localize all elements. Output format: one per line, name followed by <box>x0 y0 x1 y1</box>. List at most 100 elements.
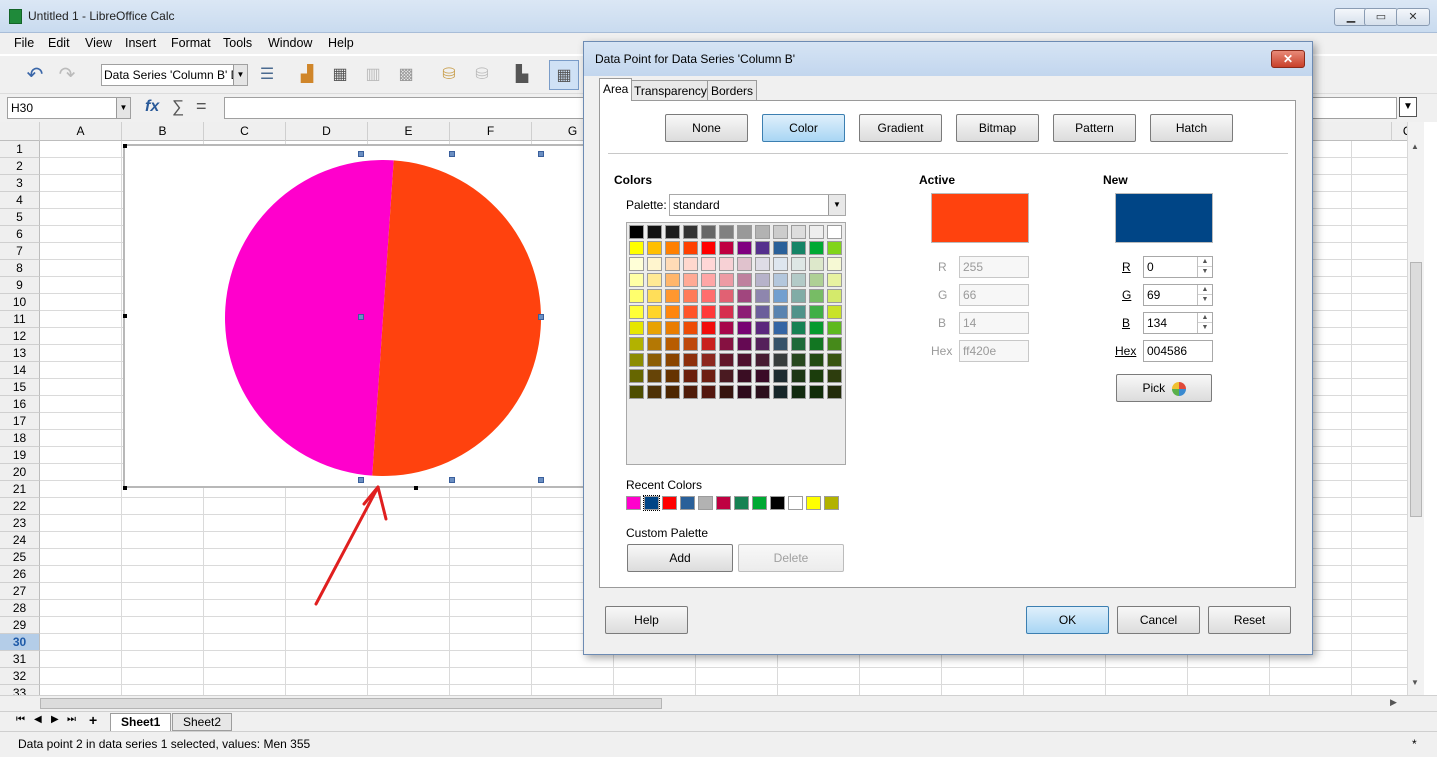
recent-color-swatch[interactable] <box>626 496 641 510</box>
palette-swatch[interactable] <box>629 321 644 335</box>
palette-swatch[interactable] <box>809 305 824 319</box>
palette-swatch[interactable] <box>773 257 788 271</box>
pie-slice-women[interactable] <box>225 160 394 476</box>
palette-swatch[interactable] <box>791 385 806 399</box>
palette-swatch[interactable] <box>809 337 824 351</box>
palette-swatch[interactable] <box>665 257 680 271</box>
palette-swatch[interactable] <box>647 385 662 399</box>
new-hex-field[interactable]: 004586 <box>1143 340 1213 362</box>
recent-color-swatch[interactable] <box>824 496 839 510</box>
recent-color-swatch[interactable] <box>662 496 677 510</box>
row-header[interactable]: 18 <box>0 430 40 447</box>
palette-swatch[interactable] <box>791 305 806 319</box>
menu-insert[interactable]: Insert <box>125 36 156 50</box>
fill-color-button[interactable]: Color <box>762 114 845 142</box>
chevron-down-icon[interactable]: ▼ <box>116 98 130 118</box>
palette-swatch[interactable] <box>827 369 842 383</box>
row-header[interactable]: 13 <box>0 345 40 362</box>
palette-swatch[interactable] <box>755 225 770 239</box>
palette-swatch[interactable] <box>737 241 752 255</box>
row-header[interactable]: 11 <box>0 311 40 328</box>
palette-swatch[interactable] <box>701 385 716 399</box>
palette-swatch[interactable] <box>827 305 842 319</box>
palette-swatch[interactable] <box>647 289 662 303</box>
row-header[interactable]: 1 <box>0 141 40 158</box>
palette-swatch[interactable] <box>827 257 842 271</box>
palette-swatch[interactable] <box>737 353 752 367</box>
palette-swatch[interactable] <box>683 241 698 255</box>
palette-swatch[interactable] <box>665 337 680 351</box>
menu-tools[interactable]: Tools <box>223 36 252 50</box>
palette-swatch[interactable] <box>665 385 680 399</box>
palette-swatch[interactable] <box>809 257 824 271</box>
pie-slice-men[interactable] <box>372 160 541 477</box>
recent-color-swatch[interactable] <box>698 496 713 510</box>
row-header[interactable]: 12 <box>0 328 40 345</box>
palette-swatch[interactable] <box>809 273 824 287</box>
insert-titles-icon[interactable]: ▙ <box>511 64 533 86</box>
column-header-b[interactable]: B <box>122 122 204 141</box>
column-header-p[interactable] <box>1310 122 1392 141</box>
palette-swatch[interactable] <box>827 289 842 303</box>
next-sheet-icon[interactable]: ▶ <box>51 714 59 725</box>
palette-swatch[interactable] <box>755 273 770 287</box>
palette-swatch[interactable] <box>683 225 698 239</box>
row-header[interactable]: 32 <box>0 668 40 685</box>
menu-file[interactable]: File <box>14 36 34 50</box>
tab-borders[interactable]: Borders <box>707 80 758 101</box>
palette-swatch[interactable] <box>701 225 716 239</box>
pick-color-button[interactable]: Pick <box>1116 374 1212 402</box>
expand-formula-bar-icon[interactable]: ▼ <box>1399 97 1417 117</box>
chart-border-handle[interactable] <box>123 144 127 148</box>
column-header-f[interactable]: F <box>450 122 532 141</box>
palette-swatch[interactable] <box>827 385 842 399</box>
function-wizard-icon[interactable]: fx <box>145 98 159 116</box>
palette-swatch[interactable] <box>773 289 788 303</box>
palette-swatch[interactable] <box>737 273 752 287</box>
row-header[interactable]: 28 <box>0 600 40 617</box>
row-header[interactable]: 4 <box>0 192 40 209</box>
format-selection-icon[interactable]: ☰ <box>256 64 278 86</box>
row-header[interactable]: 9 <box>0 277 40 294</box>
palette-swatch[interactable] <box>683 353 698 367</box>
color-palette-grid[interactable] <box>626 222 846 465</box>
column-header-c[interactable]: C <box>204 122 286 141</box>
palette-swatch[interactable] <box>719 289 734 303</box>
palette-swatch[interactable] <box>791 273 806 287</box>
palette-swatch[interactable] <box>737 289 752 303</box>
row-header[interactable]: 17 <box>0 413 40 430</box>
palette-swatch[interactable] <box>755 241 770 255</box>
palette-swatch[interactable] <box>791 289 806 303</box>
palette-swatch[interactable] <box>827 273 842 287</box>
corner-select-all[interactable] <box>0 122 40 141</box>
pie-chart[interactable] <box>123 144 585 490</box>
scroll-up-icon[interactable]: ▲ <box>1411 142 1419 151</box>
row-header[interactable]: 14 <box>0 362 40 379</box>
menu-format[interactable]: Format <box>171 36 211 50</box>
row-header[interactable]: 7 <box>0 243 40 260</box>
palette-swatch[interactable] <box>701 273 716 287</box>
row-header[interactable]: 8 <box>0 260 40 277</box>
row-header[interactable]: 26 <box>0 566 40 583</box>
palette-swatch[interactable] <box>719 321 734 335</box>
palette-swatch[interactable] <box>737 321 752 335</box>
row-header[interactable]: 27 <box>0 583 40 600</box>
palette-swatch[interactable] <box>755 257 770 271</box>
palette-swatch[interactable] <box>755 289 770 303</box>
new-b-spinner[interactable]: ▲ ▼ <box>1197 313 1212 333</box>
tab-area[interactable]: Area <box>599 78 633 101</box>
palette-swatch[interactable] <box>701 289 716 303</box>
palette-swatch[interactable] <box>773 385 788 399</box>
row-header[interactable]: 19 <box>0 447 40 464</box>
horizontal-scrollbar[interactable]: ▶ <box>0 695 1437 711</box>
palette-swatch[interactable] <box>719 273 734 287</box>
fill-none-button[interactable]: None <box>665 114 748 142</box>
palette-swatch[interactable] <box>791 321 806 335</box>
palette-swatch[interactable] <box>629 369 644 383</box>
data-table-icon[interactable]: ⛁ <box>438 64 460 86</box>
palette-swatch[interactable] <box>647 225 662 239</box>
row-header[interactable]: 33 <box>0 685 40 695</box>
palette-swatch[interactable] <box>737 225 752 239</box>
palette-swatch[interactable] <box>773 353 788 367</box>
palette-swatch[interactable] <box>719 337 734 351</box>
